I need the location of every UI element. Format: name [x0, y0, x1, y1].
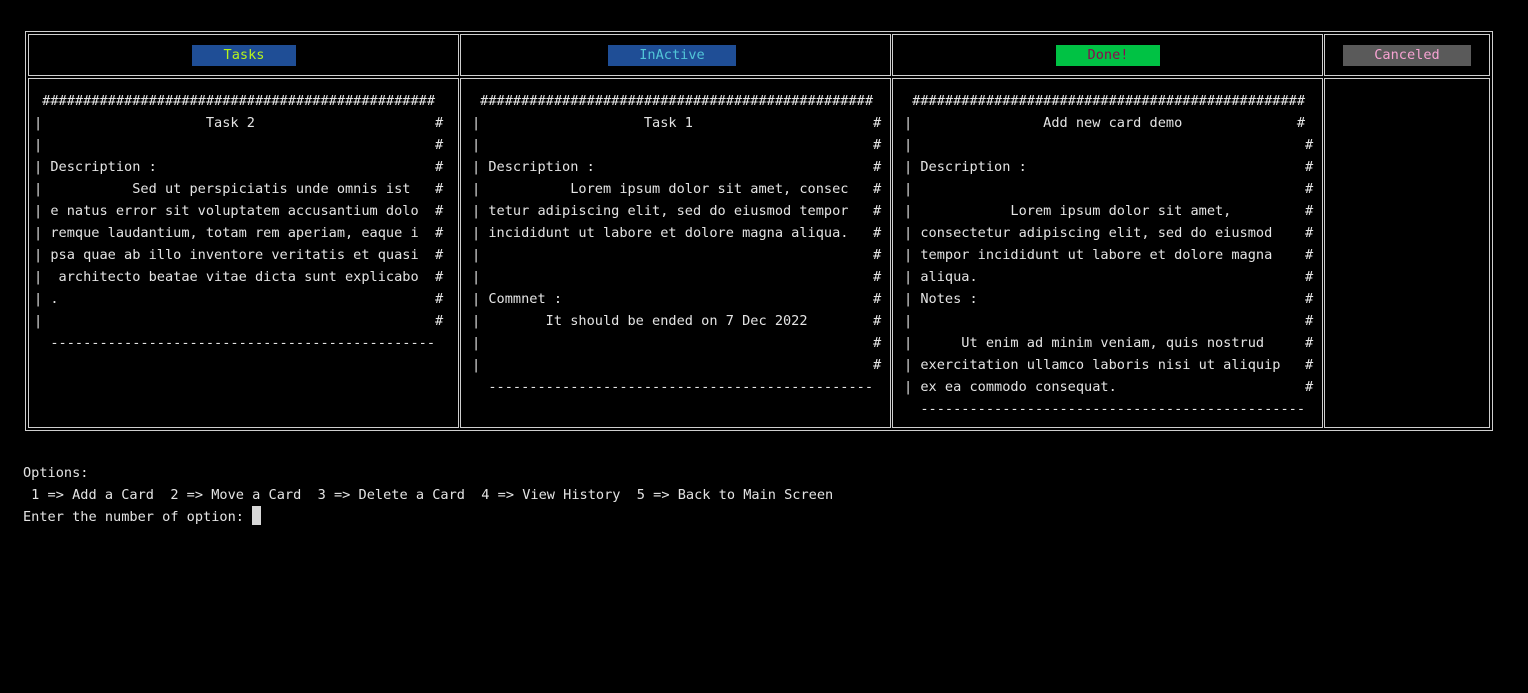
card-line: | # — [472, 247, 882, 263]
column-header-done: Done! — [892, 34, 1323, 76]
task-card: ########################################… — [904, 90, 1313, 420]
column-label-done: Done! — [1056, 45, 1160, 66]
card-line: | Task 1 # — [472, 115, 882, 131]
card-line: | . # — [34, 291, 444, 307]
card-line: | Add new card demo # — [904, 115, 1306, 131]
column-label-inactive: InActive — [608, 45, 736, 66]
card-line: | e natus error sit voluptatem accusanti… — [34, 203, 444, 219]
card-line: | # — [904, 137, 1314, 153]
card-line: ########################################… — [34, 93, 436, 109]
column-header-tasks: Tasks — [28, 34, 459, 76]
options-list: 1 => Add a Card 2 => Move a Card 3 => De… — [23, 487, 834, 503]
option-input[interactable]: Enter the number of option: — [23, 506, 833, 528]
card-line: | tempor incididunt ut labore et dolore … — [904, 247, 1314, 263]
prompt-label: Enter the number of option: — [23, 509, 253, 525]
card-line: | # — [472, 269, 882, 285]
card-line: | Commnet : # — [472, 291, 882, 307]
card-line: | psa quae ab illo inventore veritatis e… — [34, 247, 444, 263]
card-line: | It should be ended on 7 Dec 2022 # — [472, 313, 882, 329]
card-line: | Description : # — [34, 159, 444, 175]
card-line: | remque laudantium, totam rem aperiam, … — [34, 225, 444, 241]
card-line: | ex ea commodo consequat. # — [904, 379, 1314, 395]
card-line: | # — [34, 137, 444, 153]
card-line: | # — [472, 357, 882, 373]
card-line: | incididunt ut labore et dolore magna a… — [472, 225, 882, 241]
card-line: | # — [472, 335, 882, 351]
card-line: | # — [34, 313, 444, 329]
card-line: | architecto beatae vitae dicta sunt exp… — [34, 269, 444, 285]
card-line: | Notes : # — [904, 291, 1314, 307]
card-line: | Sed ut perspiciatis unde omnis ist # — [34, 181, 444, 197]
card-line: | Lorem ipsum dolor sit amet, # — [904, 203, 1314, 219]
card-line: | exercitation ullamco laboris nisi ut a… — [904, 357, 1314, 373]
card-line: ########################################… — [904, 93, 1306, 109]
text-cursor — [252, 506, 262, 525]
card-line: | Ut enim ad minim veniam, quis nostrud … — [904, 335, 1314, 351]
card-line: | aliqua. # — [904, 269, 1314, 285]
card-line: ----------------------------------------… — [472, 379, 874, 395]
task-card: ########################################… — [472, 90, 881, 398]
column-header-canceled: Canceled — [1324, 34, 1490, 76]
column-header-inactive: InActive — [460, 34, 891, 76]
column-body-canceled — [1324, 78, 1490, 428]
card-line: | Task 2 # — [34, 115, 444, 131]
card-line: | # — [904, 181, 1314, 197]
column-body-inactive: ########################################… — [460, 78, 891, 428]
column-label-canceled: Canceled — [1343, 45, 1471, 66]
card-line: | # — [904, 313, 1314, 329]
card-line: | Lorem ipsum dolor sit amet, consec # — [472, 181, 882, 197]
column-body-done: ########################################… — [892, 78, 1323, 428]
options-heading: Options: — [23, 465, 89, 481]
card-line: ----------------------------------------… — [904, 401, 1306, 417]
column-body-tasks: ########################################… — [28, 78, 459, 428]
card-line: ----------------------------------------… — [34, 335, 436, 351]
card-line: | # — [472, 137, 882, 153]
card-line: | consectetur adipiscing elit, sed do ei… — [904, 225, 1314, 241]
column-label-tasks: Tasks — [192, 45, 296, 66]
kanban-board: Tasks InActive Done! Canceled ##########… — [25, 31, 1493, 431]
task-card: ########################################… — [34, 90, 443, 354]
card-line: | Description : # — [904, 159, 1314, 175]
card-line: ########################################… — [472, 93, 874, 109]
terminal-prompt-area: Options: 1 => Add a Card 2 => Move a Car… — [23, 462, 833, 528]
card-line: | Description : # — [472, 159, 882, 175]
card-line: | tetur adipiscing elit, sed do eiusmod … — [472, 203, 882, 219]
